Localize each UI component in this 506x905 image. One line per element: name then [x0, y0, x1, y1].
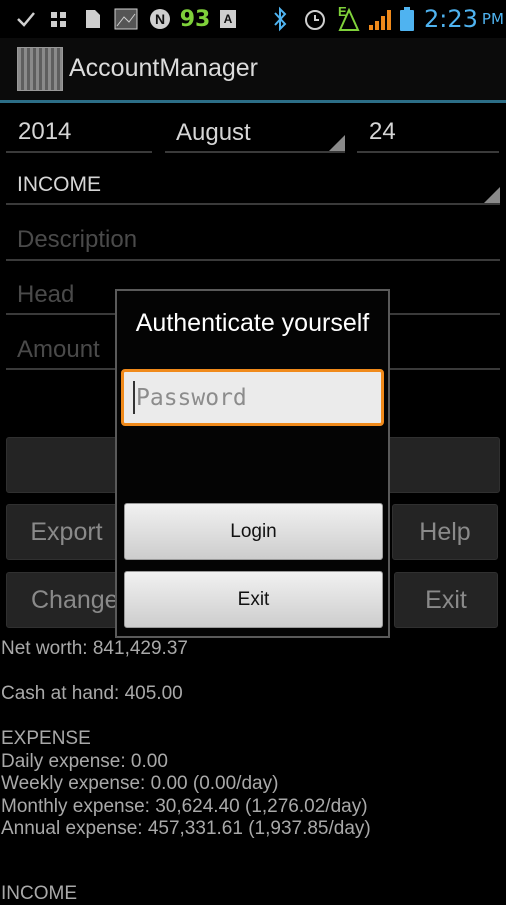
export-button[interactable]: Export [6, 504, 127, 560]
clock: 2:23 PM [424, 5, 504, 33]
battery-icon [398, 6, 416, 32]
usb-icon [48, 6, 70, 32]
auth-dialog: Authenticate yourself Login Exit [115, 289, 390, 638]
month-spinner[interactable]: August [176, 119, 251, 147]
app-title: AccountManager [69, 54, 259, 82]
amount-input[interactable]: Amount [17, 336, 100, 364]
amount-underline-left [6, 368, 116, 370]
a-box-icon: A [218, 6, 238, 32]
expense-header: EXPENSE [1, 728, 91, 749]
weekly-expense-text: Weekly expense: 0.00 (0.00/day) [1, 773, 279, 794]
file-icon [84, 6, 102, 32]
battery-percent-label: 93 [179, 6, 211, 32]
annual-expense-text: Annual expense: 457,331.61 (1,937.85/day… [1, 818, 371, 839]
app-icon[interactable] [17, 47, 63, 91]
head-underline-left [6, 313, 116, 315]
daily-expense-text: Daily expense: 0.00 [1, 751, 168, 772]
cash-at-hand-text: Cash at hand: 405.00 [1, 683, 183, 704]
head-input[interactable]: Head [17, 281, 74, 309]
year-underline [6, 151, 152, 153]
day-underline [357, 151, 499, 153]
type-dropdown-icon[interactable] [484, 187, 500, 203]
year-field[interactable]: 2014 [18, 118, 71, 146]
exit-button[interactable]: Exit [124, 571, 383, 628]
head-underline-right [390, 313, 500, 315]
type-spinner[interactable]: INCOME [17, 173, 101, 197]
amount-underline-right [390, 368, 500, 370]
alarm-icon [302, 6, 328, 32]
net-worth-text: Net worth: 841,429.37 [1, 638, 188, 659]
status-bar: N 93 A E 2:23 PM [0, 0, 506, 38]
signal-icon [368, 6, 394, 32]
exit-button-background[interactable]: Exit [394, 572, 498, 628]
password-input[interactable] [121, 369, 384, 426]
image-icon [114, 6, 138, 32]
description-underline [6, 259, 500, 261]
month-underline [165, 151, 345, 153]
type-underline [6, 203, 500, 205]
bluetooth-icon [270, 6, 290, 32]
dialog-title: Authenticate yourself [135, 309, 370, 337]
day-field[interactable]: 24 [369, 118, 396, 146]
text-caret [133, 381, 135, 414]
description-input[interactable]: Description [17, 226, 137, 254]
action-bar-divider [0, 100, 506, 103]
n-badge-icon: N [148, 6, 172, 32]
login-button[interactable]: Login [124, 503, 383, 560]
monthly-expense-text: Monthly expense: 30,624.40 (1,276.02/day… [1, 796, 368, 817]
income-header: INCOME [1, 883, 77, 904]
help-button[interactable]: Help [392, 504, 498, 560]
month-dropdown-icon[interactable] [329, 135, 345, 151]
mobile-data-icon: E [336, 4, 362, 32]
check-icon [14, 6, 38, 32]
change-button[interactable]: Change [6, 572, 127, 628]
